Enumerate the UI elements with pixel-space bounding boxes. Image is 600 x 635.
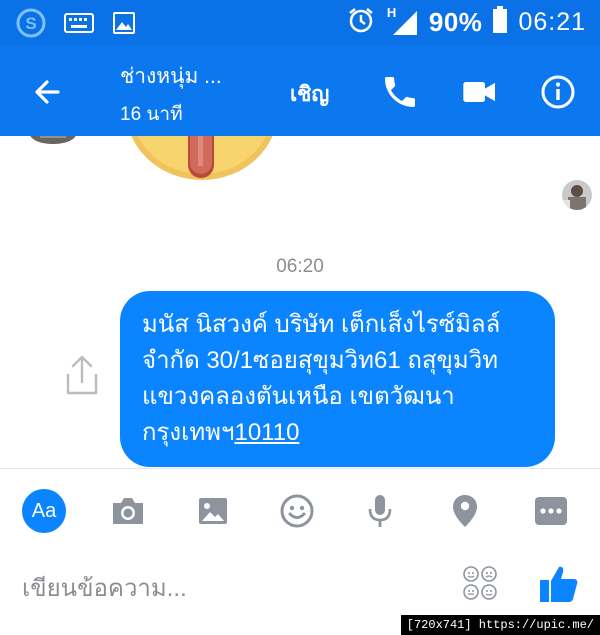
video-camera-icon [463,82,495,102]
contact-info[interactable]: ช่างหนุ่ม ... 16 นาที [120,60,222,129]
battery-percent: 90% [428,6,483,37]
photo-icon [199,498,227,524]
back-button[interactable] [28,72,68,112]
voice-clip-button[interactable] [358,489,402,533]
text-style-button[interactable]: Aa [22,489,66,533]
more-icon [535,497,567,525]
status-bar: S H 90% 06:21 [0,0,600,46]
battery-icon [492,6,508,38]
location-button[interactable] [443,489,487,533]
status-left: S [16,8,136,42]
invite-button[interactable]: เชิญ [290,78,329,111]
like-button[interactable] [538,563,580,605]
status-right: H 90% 06:21 [347,5,586,38]
contact-avatar [562,180,592,210]
message-input-row [0,561,600,621]
emoji-button[interactable] [275,489,319,533]
alarm-icon [347,6,375,38]
composer-toolbar: Aa [0,485,600,537]
camera-button[interactable] [106,489,150,533]
contact-avatar-top [30,136,76,144]
phone-icon [385,77,415,107]
sticker-picker-button[interactable] [462,565,498,601]
clock: 06:21 [518,7,586,36]
conversation-info-button[interactable] [538,72,578,112]
back-arrow-icon [35,80,60,104]
image-watermark: [720x741] https://upic.me/ [400,615,600,635]
smiley-icon [280,494,314,528]
location-pin-icon [453,495,477,527]
sticker-image[interactable] [126,136,278,184]
contact-last-active: 16 นาที [120,104,183,125]
message-text: มนัส นิสวงค์ บริษัท เต็กเส็งไรซ์มิลล์ จำ… [142,311,501,446]
message-link[interactable]: 10110 [234,419,299,446]
stickers-icon [463,566,497,600]
skype-notification-icon: S [16,8,46,42]
keyboard-icon [64,12,94,38]
gallery-button[interactable] [191,489,235,533]
microphone-icon [368,495,392,527]
camera-icon [113,498,143,524]
composer: Aa [0,468,600,635]
more-options-button[interactable] [529,489,573,533]
share-button[interactable] [64,354,100,396]
thumbs-up-icon [540,566,578,602]
signal-icon: H [385,5,419,37]
gallery-icon [112,11,136,39]
svg-text:S: S [25,14,36,33]
message-thread[interactable]: 06:20 มนัส นิสวงค์ บริษัท เต็กเส็งไรซ์มิ… [0,136,600,468]
text-style-label: Aa [22,489,66,533]
info-icon [541,75,575,109]
message-input[interactable] [22,567,442,611]
share-icon [66,355,98,395]
sent-message-bubble[interactable]: มนัส นิสวงค์ บริษัท เต็กเส็งไรซ์มิลล์ จำ… [120,291,555,467]
conversation-header: ช่างหนุ่ม ... 16 นาที เชิญ [0,46,600,136]
contact-name: ช่างหนุ่ม ... [120,65,222,88]
message-timestamp: 06:20 [276,256,324,277]
voice-call-button[interactable] [380,72,420,112]
video-call-button[interactable] [460,72,500,112]
